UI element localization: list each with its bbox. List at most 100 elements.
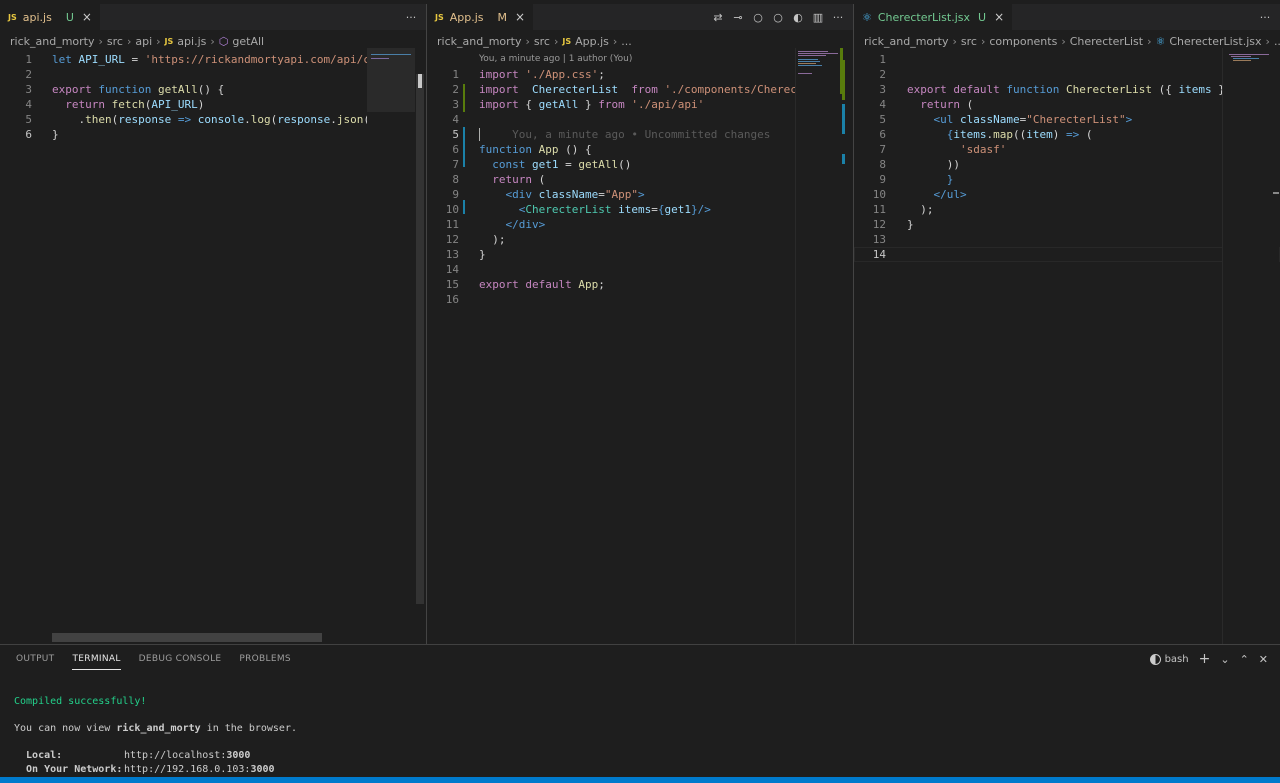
chevron-right-icon: › <box>1147 34 1152 48</box>
code-line[interactable]: 14 <box>854 247 1280 262</box>
code-line[interactable]: 7 const get1 = getAll() <box>427 157 853 172</box>
terminal-url[interactable]: http://192.168.0.103: <box>124 764 250 775</box>
code-line[interactable]: 2 import CherecterList from './components… <box>427 82 853 97</box>
add-terminal-icon[interactable]: + <box>1199 651 1211 667</box>
code-line[interactable]: 12 ); <box>427 232 853 247</box>
code-token: items <box>953 128 987 141</box>
tab-output[interactable]: OUTPUT <box>16 654 54 664</box>
terminal-output[interactable]: Compiled successfully! You can now view … <box>14 695 297 776</box>
tab-api-js[interactable]: JS api.js U × <box>0 4 100 30</box>
breadcrumb-item[interactable]: src <box>107 35 123 48</box>
minimap[interactable] <box>1222 48 1279 644</box>
breadcrumb-item[interactable]: api.js <box>177 35 206 48</box>
line-number: 10 <box>445 203 459 216</box>
code-line[interactable]: 10 </ul> <box>854 187 1280 202</box>
code-editor[interactable]: 1 let API_URL = 'https://rickandmortyapi.… <box>0 52 426 142</box>
codelens-blame[interactable]: You, a minute ago | 1 author (You) <box>427 52 853 67</box>
minimap[interactable] <box>795 48 844 644</box>
code-line[interactable]: 1 import './App.css'; <box>427 67 853 82</box>
chevron-right-icon: › <box>553 34 559 48</box>
code-line[interactable]: 2 <box>854 67 1280 82</box>
breadcrumb-item[interactable]: getAll <box>232 35 264 48</box>
horizontal-scrollbar[interactable] <box>52 633 322 642</box>
code-line[interactable]: 11 ); <box>854 202 1280 217</box>
breadcrumb-item[interactable]: src <box>961 35 977 48</box>
code-line[interactable]: 11 </div> <box>427 217 853 232</box>
breadcrumb-item[interactable]: src <box>534 35 550 48</box>
tab-terminal[interactable]: TERMINAL <box>72 654 121 670</box>
code-line[interactable]: 1 let API_URL = 'https://rickandmortyapi.… <box>0 52 426 67</box>
minimap[interactable] <box>367 48 415 644</box>
breadcrumb-item[interactable]: api <box>135 35 152 48</box>
code-line[interactable]: 9 <div className="App"> <box>427 187 853 202</box>
close-icon[interactable]: × <box>515 10 525 24</box>
code-line[interactable]: 13 <box>854 232 1280 247</box>
tab-problems[interactable]: PROBLEMS <box>239 654 291 664</box>
terminal-shell-selector[interactable]: bash <box>1149 653 1189 665</box>
code-line[interactable]: 14 <box>427 262 853 277</box>
minimap-line <box>798 61 820 62</box>
breadcrumb-item[interactable]: ... <box>1274 35 1280 48</box>
breadcrumb-item[interactable]: components <box>989 35 1057 48</box>
maximize-panel-icon[interactable]: ⌃ <box>1240 653 1249 666</box>
code-line[interactable]: 3 import { getAll } from './api/api' <box>427 97 853 112</box>
split-editor-icon[interactable]: ▥ <box>811 11 825 24</box>
close-icon[interactable]: × <box>994 10 1004 24</box>
close-panel-icon[interactable]: ✕ <box>1259 653 1268 666</box>
code-line[interactable]: 5 <ul className="CherecterList"> <box>854 112 1280 127</box>
code-editor[interactable]: 1 2 3 export default function CherecterList… <box>854 52 1280 262</box>
code-line[interactable]: 3 export function getAll() { <box>0 82 426 97</box>
chevron-down-icon[interactable]: ⌄ <box>1220 653 1229 666</box>
compare-changes-icon[interactable]: ⇄ <box>711 11 725 24</box>
code-line[interactable]: 10 <CherecterList items={get1}/> <box>427 202 853 217</box>
code-line[interactable]: 12} <box>854 217 1280 232</box>
close-icon[interactable]: × <box>82 10 92 24</box>
previous-change-icon[interactable]: ○ <box>751 11 765 24</box>
code-line[interactable]: 5 You, a minute ago • Uncommitted change… <box>427 127 853 142</box>
terminal-url[interactable]: http://localhost: <box>124 750 226 761</box>
timeline-icon[interactable]: ◐ <box>791 11 805 24</box>
code-line[interactable]: 8 return ( <box>427 172 853 187</box>
next-change-icon[interactable]: ○ <box>771 11 785 24</box>
breadcrumb-item[interactable]: rick_and_morty <box>10 35 94 48</box>
tab-app-js[interactable]: JS App.js M × <box>427 4 534 30</box>
breadcrumb-item[interactable]: rick_and_morty <box>437 35 521 48</box>
code-line[interactable]: 4 return fetch(API_URL) <box>0 97 426 112</box>
code-line[interactable]: 4 <box>427 112 853 127</box>
code-line[interactable]: 16 <box>427 292 853 307</box>
more-actions-icon[interactable]: ··· <box>831 11 845 24</box>
breadcrumb-item[interactable]: rick_and_morty <box>864 35 948 48</box>
code-line[interactable]: 4 return ( <box>854 97 1280 112</box>
line-number: 8 <box>452 173 459 186</box>
code-editor[interactable]: 1 import './App.css'; 2 import CherecterLis… <box>427 67 853 307</box>
tab-cherecterlist-jsx[interactable]: ⚛ CherecterList.jsx U × <box>854 4 1013 30</box>
more-actions-icon[interactable]: ··· <box>404 11 418 24</box>
code-line[interactable]: 1 <box>854 52 1280 67</box>
code-line[interactable]: 5 .then(response => console.log(response… <box>0 112 426 127</box>
line-number: 2 <box>879 68 886 81</box>
code-line[interactable]: 6 {items.map((item) => ( <box>854 127 1280 142</box>
code-line[interactable]: 6} <box>0 127 426 142</box>
breadcrumb-item[interactable]: App.js <box>575 35 609 48</box>
code-line[interactable]: 2 <box>0 67 426 82</box>
code-line[interactable]: 15 export default App; <box>427 277 853 292</box>
vertical-scrollbar[interactable] <box>416 74 424 604</box>
breadcrumb-item[interactable]: CherecterList <box>1070 35 1143 48</box>
git-commit-icon[interactable]: ⊸ <box>731 11 745 24</box>
code-token: } <box>690 203 698 216</box>
code-line[interactable]: 8 )) <box>854 157 1280 172</box>
code-line[interactable]: 7 'sdasf' <box>854 142 1280 157</box>
breadcrumb-item[interactable]: ... <box>621 35 632 48</box>
breadcrumb-item[interactable]: CherecterList.jsx <box>1169 35 1261 48</box>
code-line[interactable]: 13} <box>427 247 853 262</box>
more-actions-icon[interactable]: ··· <box>1258 11 1272 24</box>
code-token: get1 <box>532 158 559 171</box>
tab-debug-console[interactable]: DEBUG CONSOLE <box>139 654 222 664</box>
code-token: console <box>197 113 245 126</box>
code-line[interactable]: 9 } <box>854 172 1280 187</box>
code-text: </div> <box>479 217 546 232</box>
code-line[interactable]: 6 function App () { <box>427 142 853 157</box>
terminal-text: You can now view <box>14 723 117 734</box>
code-line[interactable]: 3 export default function CherecterList (… <box>854 82 1280 97</box>
